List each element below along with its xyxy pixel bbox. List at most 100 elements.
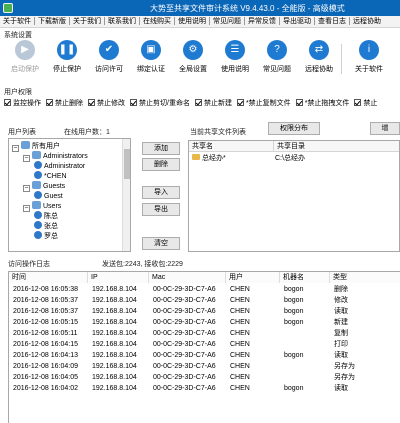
permission-checkbox[interactable]: 禁止修改 — [88, 98, 125, 110]
table-row[interactable]: 2016-12-08 16:05:37 192.168.8.104 00-0C-29… — [9, 296, 400, 306]
menu-item[interactable]: 远程协助 — [350, 16, 384, 27]
menu-item[interactable]: 关于软件 — [0, 16, 34, 27]
log-cell-mac: 00-0C-29-3D-C7-A6 — [153, 297, 216, 304]
export-button[interactable]: 导出 — [142, 203, 180, 216]
menu-item[interactable]: 异常反馈 — [245, 16, 279, 27]
menu-item[interactable]: 常见问题 — [210, 16, 244, 27]
toolbar-label: 使用说明 — [221, 66, 249, 73]
permission-checkbox[interactable]: 禁止剪切/重命名 — [130, 98, 190, 110]
log-cell-user: CHEN — [230, 308, 250, 315]
tree-user[interactable]: Guest — [34, 191, 63, 201]
permission-label: 禁止修改 — [97, 100, 125, 107]
menu-item[interactable]: 下载新版 — [35, 16, 69, 27]
menu-item[interactable]: 导出驱动 — [280, 16, 314, 27]
table-row[interactable]: 2016-12-08 16:05:15 192.168.8.104 00-0C-29… — [9, 318, 400, 328]
log-cell-type: 另存为 — [334, 374, 355, 381]
toolbar-shield-button[interactable]: ✔ 访问许可 — [88, 38, 130, 78]
tree-user[interactable]: 张总 — [34, 221, 58, 231]
log-cell-time: 2016-12-08 16:04:13 — [13, 352, 78, 359]
table-row[interactable]: 2016-12-08 16:04:13 192.168.8.104 00-0C-29… — [9, 351, 400, 361]
share-name-header[interactable]: 共享名 — [189, 141, 273, 152]
log-header-time[interactable]: 时间 — [9, 272, 88, 283]
log-cell-mac: 00-0C-29-3D-C7-A6 — [153, 352, 216, 359]
permission-checkbox[interactable]: *禁止复制文件 — [236, 98, 291, 110]
share-path-header[interactable]: 共享目录 — [273, 141, 399, 152]
checkbox-checked[interactable] — [130, 99, 137, 106]
table-row[interactable]: 2016-12-08 16:04:02 192.168.8.104 00-0C-29… — [9, 384, 400, 394]
menu-item[interactable]: 关于我们 — [70, 16, 104, 27]
pause-icon: ❚❚ — [57, 40, 77, 60]
clear-button[interactable]: 清空 — [142, 237, 180, 250]
log-header-type[interactable]: 类型 — [330, 272, 400, 283]
share-name-cell[interactable]: 总经办* — [192, 154, 226, 164]
log-cell-type: 打印 — [334, 341, 348, 348]
table-row[interactable]: 2016-12-08 16:04:15 192.168.8.104 00-0C-29… — [9, 340, 400, 350]
tree-user[interactable]: Administrator — [34, 161, 85, 171]
collapse-icon[interactable]: – — [23, 185, 30, 192]
log-cell-time: 2016-12-08 16:04:09 — [13, 363, 78, 370]
log-cell-time: 2016-12-08 16:05:37 — [13, 297, 78, 304]
table-row[interactable]: 2016-12-08 16:05:38 192.168.8.104 00-0C-29… — [9, 285, 400, 295]
collapse-icon[interactable]: – — [23, 205, 30, 212]
checkbox-checked[interactable] — [4, 99, 11, 106]
log-header-machine[interactable]: 机器名 — [280, 272, 330, 283]
user-tree-scrollbar[interactable] — [122, 139, 130, 251]
menu-item[interactable]: 在线购买 — [140, 16, 174, 27]
checkbox-checked[interactable] — [236, 99, 244, 106]
scrollbar-thumb[interactable] — [124, 149, 130, 179]
toolbar-info-button[interactable]: i 关于软件 — [348, 38, 390, 78]
permission-checkboxes: 监控操作 禁止删除 禁止修改 禁止剪切/重命名 禁止新建 *禁止复制文件 *禁止拖拽文件 禁止 — [4, 98, 400, 110]
menu-item[interactable]: 联系我们 — [105, 16, 139, 27]
menu-item[interactable]: 使用说明 — [175, 16, 209, 27]
checkbox-checked[interactable] — [295, 99, 303, 106]
checkbox-checked[interactable] — [88, 99, 95, 106]
log-cell-user: CHEN — [230, 330, 250, 337]
delete-user-button[interactable]: 删除 — [142, 158, 180, 171]
table-row[interactable]: 2016-12-08 16:05:11 192.168.8.104 00-0C-29… — [9, 329, 400, 339]
title-bar: 大势至共享文件审计系统 V9.4.43.0 - 全能版 - 高级模式 — [0, 0, 400, 16]
permission-checkbox[interactable]: 禁止删除 — [46, 98, 83, 110]
user-tree[interactable]: – 所有用户 – Administrators Administrator *CHEN – G… — [8, 138, 131, 252]
log-cell-machine: bogon — [284, 352, 304, 359]
tree-user[interactable]: *CHEN — [34, 171, 67, 181]
log-cell-mac: 00-0C-29-3D-C7-A6 — [153, 330, 216, 337]
tree-user[interactable]: 罗总 — [34, 231, 58, 241]
toolbar-document-button[interactable]: ☰ 使用说明 — [214, 38, 256, 78]
packet-stats: 发送包:2243, 接收包:2229 — [102, 261, 183, 268]
checkbox-checked[interactable] — [46, 99, 53, 106]
toolbar-remote-button[interactable]: ⇄ 远程协助 — [298, 38, 340, 78]
log-header-ip[interactable]: IP — [88, 272, 149, 283]
increase-button[interactable]: 增 — [370, 122, 400, 135]
checkbox-checked[interactable] — [354, 99, 362, 106]
log-header-mac[interactable]: Mac — [149, 272, 226, 283]
tree-label: 陈总 — [44, 213, 58, 220]
permission-label: *禁止拖拽文件 — [304, 100, 350, 107]
import-button[interactable]: 导入 — [142, 186, 180, 199]
toolbar-gear-button[interactable]: ⚙ 全局设置 — [172, 38, 214, 78]
permission-checkbox[interactable]: 监控操作 — [4, 98, 41, 110]
log-cell-mac: 00-0C-29-3D-C7-A6 — [153, 363, 216, 370]
permission-distribution-button[interactable]: 权限分布 — [268, 122, 320, 135]
table-row[interactable]: 2016-12-08 16:04:05 192.168.8.104 00-0C-29… — [9, 373, 400, 383]
tree-user[interactable]: 陈总 — [34, 211, 58, 221]
log-header-user[interactable]: 用户 — [226, 272, 280, 283]
add-user-button[interactable]: 添加 — [142, 142, 180, 155]
log-cell-time: 2016-12-08 16:05:37 — [13, 308, 78, 315]
log-cell-machine: bogon — [284, 286, 304, 293]
table-row[interactable]: 2016-12-08 16:04:09 192.168.8.104 00-0C-29… — [9, 362, 400, 372]
collapse-icon[interactable]: – — [23, 155, 30, 162]
table-row[interactable]: 2016-12-08 16:05:37 192.168.8.104 00-0C-29… — [9, 307, 400, 317]
permission-checkbox[interactable]: 禁止 — [354, 98, 377, 110]
menu-item[interactable]: 查看日志 — [315, 16, 349, 27]
permission-checkbox[interactable]: 禁止新建 — [194, 98, 232, 110]
group-icon — [21, 141, 30, 149]
document-icon: ☰ — [225, 40, 245, 60]
collapse-icon[interactable]: – — [12, 145, 19, 152]
tree-label: *CHEN — [44, 173, 67, 180]
checkbox-checked[interactable] — [194, 99, 202, 106]
toolbar-lock-button[interactable]: ▣ 绑定认证 — [130, 38, 172, 78]
toolbar-help-button[interactable]: ? 常见问题 — [256, 38, 298, 78]
toolbar-pause-button[interactable]: ❚❚ 停止保护 — [46, 38, 88, 78]
toolbar-power-button[interactable]: ⏻退出 — [390, 38, 400, 78]
permission-checkbox[interactable]: *禁止拖拽文件 — [295, 98, 350, 110]
